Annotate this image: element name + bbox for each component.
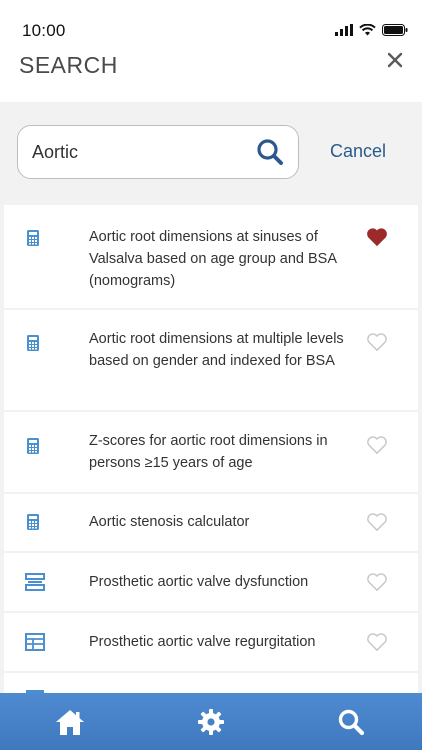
- algorithm-icon: [25, 573, 45, 591]
- results-list: Aortic root dimensions at sinuses of Val…: [0, 205, 422, 693]
- list-item[interactable]: Prosthetic aortic valve dysfunction: [4, 553, 418, 611]
- home-icon: [56, 709, 84, 735]
- calculator-icon: [27, 335, 39, 351]
- list-item[interactable]: [4, 673, 418, 693]
- signal-icon: [335, 24, 353, 36]
- calculator-icon: [27, 230, 39, 246]
- heart-filled-icon[interactable]: [366, 227, 388, 247]
- tab-settings[interactable]: [141, 693, 281, 750]
- heart-outline-icon[interactable]: [366, 435, 388, 455]
- list-item-label: Aortic root dimensions at sinuses of Val…: [89, 229, 337, 289]
- heart-outline-icon[interactable]: [366, 332, 388, 352]
- search-icon: [257, 139, 283, 165]
- search-icon: [338, 709, 365, 735]
- list-item[interactable]: Prosthetic aortic valve regurgitation: [4, 613, 418, 671]
- status-time: 10:00: [22, 21, 66, 40]
- list-item[interactable]: Z-scores for aortic root dimensions in p…: [4, 412, 418, 492]
- tab-bar: [0, 693, 422, 750]
- close-icon: [387, 52, 403, 68]
- heart-outline-icon[interactable]: [366, 632, 388, 652]
- search-button[interactable]: [256, 138, 284, 166]
- list-item-label: Prosthetic aortic valve regurgitation: [89, 634, 316, 650]
- list-item[interactable]: Aortic root dimensions at sinuses of Val…: [4, 205, 418, 308]
- list-item[interactable]: Aortic stenosis calculator: [4, 494, 418, 551]
- tab-search[interactable]: [281, 693, 421, 750]
- status-icons: [335, 22, 408, 38]
- table-icon: [25, 633, 45, 651]
- search-box: [17, 125, 299, 179]
- heart-outline-icon[interactable]: [366, 512, 388, 532]
- search-input[interactable]: [32, 139, 252, 165]
- close-button[interactable]: [386, 51, 404, 69]
- list-item-label: Z-scores for aortic root dimensions in p…: [89, 433, 328, 471]
- list-item-label: Prosthetic aortic valve dysfunction: [89, 574, 309, 590]
- list-item-label: Aortic stenosis calculator: [89, 514, 250, 530]
- wifi-icon: [359, 24, 376, 36]
- search-area: Cancel: [0, 102, 422, 202]
- tab-home[interactable]: [0, 693, 140, 750]
- battery-icon: [382, 24, 408, 36]
- list-item[interactable]: Aortic root dimensions at multiple level…: [4, 310, 418, 410]
- header: 10:00 SEARCH: [0, 0, 422, 102]
- calculator-icon: [27, 438, 39, 454]
- heart-outline-icon[interactable]: [366, 572, 388, 592]
- calculator-icon: [27, 514, 39, 530]
- cancel-button[interactable]: Cancel: [330, 141, 386, 162]
- page-title: SEARCH: [19, 52, 118, 78]
- gear-icon: [198, 708, 224, 735]
- list-item-label: Aortic root dimensions at multiple level…: [89, 331, 344, 369]
